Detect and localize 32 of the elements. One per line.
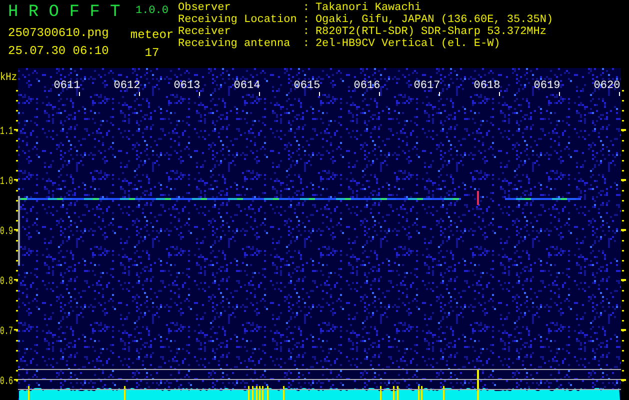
time-label: 0614 [234,80,260,92]
time-label: 0615 [294,80,320,92]
info-value: R820T2(RTL-SDR) SDR-Sharp 53.372MHz [315,26,546,38]
info-colon: : [302,26,310,38]
time-label: 0612 [114,80,140,92]
counter-label: meteor [130,27,174,44]
counter-value: 17 [144,45,160,62]
version-label: 1.0.0 [135,4,168,18]
info-label: Receiving Location [178,14,297,26]
app-title: H R O F F T [8,2,120,24]
info-value: Ogaki, Gifu, JAPAN (136.60E, 35.35N) [315,14,554,26]
file-name: 2507300610.png [8,25,109,42]
info-label: Receiver [178,26,231,38]
time-label: 0618 [474,80,500,92]
info-value: Takanori Kawachi [315,2,422,14]
time-label: 0617 [414,80,440,92]
frequency-label: 1.1 [0,126,20,138]
info-colon: : [302,14,310,26]
info-value: 2el-HB9CV Vertical (el. E-W) [315,38,500,50]
axis-unit: kHz [0,72,20,84]
time-label: 0620 [594,80,620,92]
info-label: Receiving antenna [178,38,290,50]
frequency-label: 0.7 [0,326,20,338]
frequency-label: 0.9 [0,226,20,238]
date-time: 25.07.30 06:10 [8,43,109,60]
info-colon: : [302,38,310,50]
frequency-label: 1.0 [0,176,20,188]
info-label: Observer [178,2,231,14]
frequency-label: 0.8 [0,276,20,288]
time-label: 0613 [174,80,200,92]
info-colon: : [302,2,310,14]
frequency-label: 0.6 [0,376,20,388]
